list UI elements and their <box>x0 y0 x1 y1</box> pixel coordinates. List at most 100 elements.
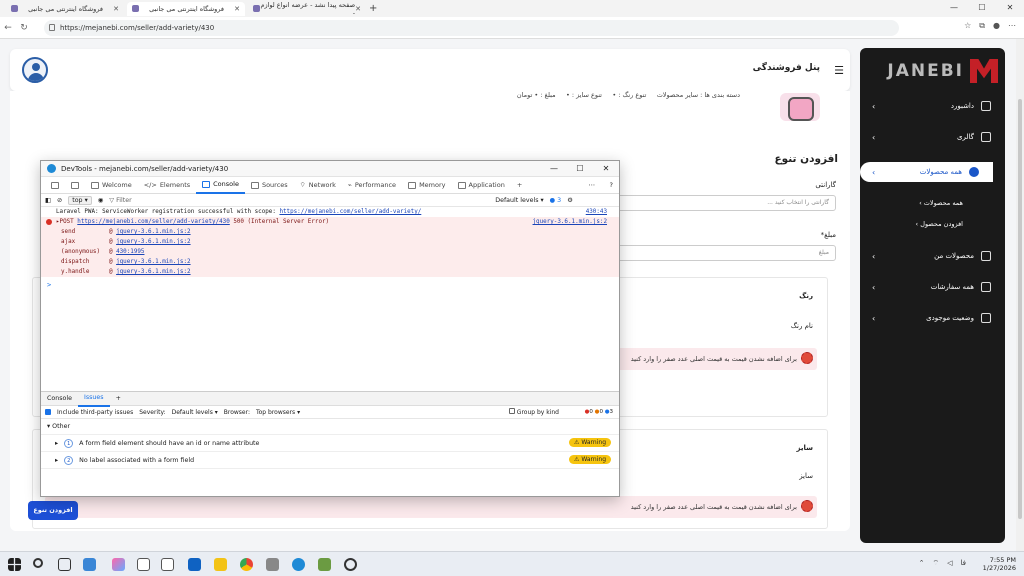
sidebar-subitem-add-product[interactable]: افزودن محصول › <box>916 220 963 228</box>
widgets-icon[interactable] <box>83 558 96 571</box>
tab-network[interactable]: ⌔ Network <box>294 177 342 194</box>
sidebar-item-dashboard[interactable]: داشبورد › <box>860 96 1005 116</box>
sidebar-item-my-products[interactable]: محصولات من › <box>860 246 1005 266</box>
group-by-kind-checkbox[interactable]: Group by kind <box>508 408 559 416</box>
close-tab-icon[interactable]: ✕ <box>113 5 119 13</box>
tab-elements[interactable]: </> Elements <box>138 177 196 194</box>
maximize-icon[interactable]: ☐ <box>968 0 996 16</box>
levels-select[interactable]: Default levels ▾ <box>495 197 543 204</box>
issues-counter[interactable]: ● 3 <box>550 197 562 204</box>
favicon-icon <box>132 5 140 12</box>
edge-icon[interactable] <box>292 558 305 571</box>
chevron-up-icon[interactable]: ⌃ <box>919 559 925 568</box>
browser-tab-2[interactable]: ✕ فروشگاه اینترنتی می جانبی <box>127 1 245 16</box>
monitor-icon <box>981 101 991 111</box>
expand-icon[interactable]: ▸ <box>55 457 58 464</box>
menu-icon[interactable]: ⋯ <box>1008 21 1016 31</box>
sidebar-subitem-all-products[interactable]: همه محصولات › <box>919 199 963 207</box>
tab-console[interactable]: Console <box>196 177 245 194</box>
size-name-label: سایز <box>799 472 813 480</box>
browser-tab-3[interactable]: ✕ صفحه پیدا نشد - عرضه انواع لوازم - <box>248 1 366 17</box>
warning-badge: ⚠ Warning <box>569 455 611 464</box>
search-icon[interactable] <box>33 558 43 568</box>
volume-icon[interactable]: ◁ <box>947 559 952 568</box>
source-link[interactable]: jquery-3.6.1.min.js:2 <box>533 217 607 227</box>
tab-welcome[interactable]: Welcome <box>85 177 138 194</box>
url-field[interactable]: https://mejanebi.com/seller/add-variety/… <box>44 20 899 36</box>
help-icon[interactable]: ? <box>610 181 613 189</box>
chrome-icon[interactable] <box>240 558 253 571</box>
tab-sources[interactable]: Sources <box>245 177 294 194</box>
severity-select[interactable]: Default levels ▾ <box>172 409 218 416</box>
third-party-checkbox[interactable] <box>45 409 51 415</box>
bug-icon <box>801 352 813 364</box>
eye-icon[interactable]: ◉ <box>98 197 104 204</box>
explorer-icon[interactable] <box>214 558 227 571</box>
close-tab-icon[interactable]: ✕ <box>234 5 240 13</box>
issue-row[interactable]: ▸ 2 No label associated with a form fiel… <box>41 452 619 469</box>
source-link[interactable]: 430:43 <box>586 207 607 217</box>
tab-memory[interactable]: Memory <box>402 177 451 194</box>
settings-gear-icon[interactable]: ⚙ <box>567 197 573 204</box>
extensions-icon[interactable]: ⧉ <box>979 21 985 31</box>
sidebar-item-inventory[interactable]: وضعیت موجودی › <box>860 308 1005 328</box>
device-icon[interactable] <box>65 177 85 194</box>
devtools-titlebar: DevTools - mejanebi.com/seller/add-varie… <box>41 161 619 177</box>
new-tab-button[interactable]: + <box>369 3 377 14</box>
copilot-icon[interactable] <box>112 558 125 571</box>
network-icon[interactable]: ⌔ <box>933 559 940 568</box>
sidebar-item-all-products[interactable]: همه محصولات › <box>860 162 993 182</box>
tab-application[interactable]: Application <box>452 177 511 194</box>
more-options-icon[interactable]: ⋯ <box>589 181 596 189</box>
file-icon[interactable] <box>161 558 174 571</box>
outlook-icon[interactable] <box>188 558 201 571</box>
drawer-tab-issues[interactable]: Issues <box>78 391 110 407</box>
file-icon[interactable] <box>137 558 150 571</box>
minimize-icon[interactable]: — <box>541 161 567 177</box>
profile-icon[interactable]: ● <box>993 21 1000 31</box>
guarantee-label: گارانتی <box>815 181 836 189</box>
add-variety-button[interactable]: افزودن تنوع <box>28 501 78 520</box>
lock-bag-icon <box>981 251 991 261</box>
app-icon[interactable] <box>318 558 331 571</box>
close-window-icon[interactable]: ✕ <box>996 0 1024 16</box>
sidebar-item-gallery[interactable]: گالری › <box>860 127 1005 147</box>
console-prompt[interactable]: > <box>41 281 619 289</box>
favicon-icon <box>253 5 260 12</box>
close-icon[interactable]: ✕ <box>593 161 619 177</box>
clear-console-icon[interactable]: ⊘ <box>57 197 62 204</box>
drawer-tab-console[interactable]: Console <box>41 392 78 406</box>
start-icon[interactable] <box>8 558 21 571</box>
sidebar-toggle-icon[interactable]: ◧ <box>45 197 51 204</box>
inspect-icon[interactable] <box>45 177 65 194</box>
avatar[interactable] <box>22 57 48 83</box>
browser-select[interactable]: Top browsers ▾ <box>256 409 300 416</box>
scope-link[interactable]: https://mejanebi.com/seller/add-variety/ <box>279 209 421 215</box>
refresh-icon[interactable]: ↻ <box>16 23 32 33</box>
language-indicator[interactable]: فا <box>961 559 966 568</box>
issue-group-other[interactable]: ▾ Other <box>41 419 619 435</box>
minimize-icon[interactable]: — <box>940 0 968 16</box>
favicon-icon <box>11 5 19 12</box>
tab-performance[interactable]: ⌁ Performance <box>342 177 402 194</box>
app-icon[interactable] <box>266 558 279 571</box>
clock[interactable]: 7:55 PM 1/27/2026 <box>983 556 1016 572</box>
filter-input[interactable]: ▽ Filter <box>109 197 489 204</box>
add-drawer-tab-icon[interactable]: + <box>110 392 127 406</box>
maximize-icon[interactable]: ☐ <box>567 161 593 177</box>
hamburger-icon[interactable]: ☰ <box>834 64 844 77</box>
task-view-icon[interactable] <box>58 558 71 571</box>
expand-icon[interactable]: ▸ <box>55 440 58 447</box>
settings-gear-icon[interactable] <box>344 558 357 571</box>
issue-row[interactable]: ▸ 1 A form field element should have an … <box>41 435 619 452</box>
favorite-star-icon[interactable]: ☆ <box>964 21 971 31</box>
janebi-logo: JANEBI <box>868 56 998 86</box>
browser-tab-1[interactable]: ✕ فروشگاه اینترنتی می جانبی <box>6 2 124 16</box>
context-select[interactable]: top ▾ <box>68 195 92 205</box>
back-icon[interactable]: ← <box>0 23 16 33</box>
page-scrollbar[interactable] <box>1016 39 1024 551</box>
close-tab-icon[interactable]: ✕ <box>355 5 361 13</box>
sidebar-item-all-orders[interactable]: همه سفارشات › <box>860 277 1005 297</box>
error-url-link[interactable]: https://mejanebi.com/seller/add-variety/… <box>77 219 230 225</box>
more-tabs-icon[interactable]: + <box>511 177 528 194</box>
